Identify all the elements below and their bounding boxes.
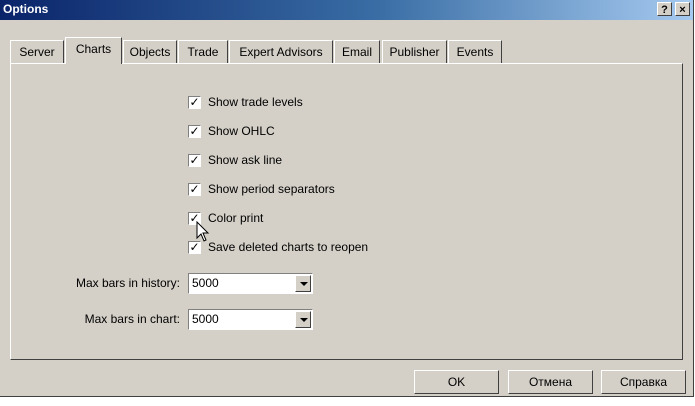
checkbox-label: Save deleted charts to reopen bbox=[208, 240, 369, 254]
max-bars-history-label: Max bars in history: bbox=[75, 276, 180, 290]
tab-trade[interactable]: Trade bbox=[178, 40, 228, 63]
checkbox[interactable]: ✓ bbox=[188, 96, 201, 109]
options-dialog: Options ? × Server Charts Objects Trade … bbox=[0, 0, 694, 397]
tab-expert-advisors[interactable]: Expert Advisors bbox=[229, 40, 333, 63]
checkbox-label: Show trade levels bbox=[208, 95, 303, 109]
checkbox[interactable]: ✓ bbox=[188, 183, 201, 196]
tab-objects[interactable]: Objects bbox=[123, 40, 177, 63]
checkbox-label: Show period separators bbox=[208, 182, 335, 196]
checkbox[interactable]: ✓ bbox=[188, 154, 201, 167]
ok-button[interactable]: OK bbox=[414, 370, 499, 394]
max-bars-history-value: 5000 bbox=[192, 276, 219, 290]
checkbox-label: Show ask line bbox=[208, 153, 283, 167]
checkbox-label: Color print bbox=[208, 211, 264, 225]
checkbox[interactable]: ✓ bbox=[188, 125, 201, 138]
window-title: Options bbox=[3, 2, 49, 16]
close-title-button[interactable]: × bbox=[675, 2, 690, 16]
tab-publisher[interactable]: Publisher bbox=[382, 40, 447, 63]
title-bar[interactable]: Options ? × bbox=[0, 0, 693, 20]
max-bars-history-select[interactable]: 5000 bbox=[188, 273, 313, 294]
mouse-pointer-icon bbox=[196, 221, 210, 242]
max-bars-chart-value: 5000 bbox=[192, 312, 219, 326]
checkbox-label: Show OHLC bbox=[208, 124, 275, 138]
help-button[interactable]: Справка bbox=[601, 370, 686, 394]
max-bars-chart-label: Max bars in chart: bbox=[84, 312, 180, 326]
help-title-button[interactable]: ? bbox=[657, 2, 672, 16]
chevron-down-icon[interactable] bbox=[295, 311, 311, 328]
chevron-down-icon[interactable] bbox=[295, 275, 311, 292]
tab-server[interactable]: Server bbox=[10, 40, 64, 63]
tab-email[interactable]: Email bbox=[334, 40, 380, 63]
cancel-button[interactable]: Отмена bbox=[508, 370, 593, 394]
max-bars-chart-select[interactable]: 5000 bbox=[188, 309, 313, 330]
tab-charts[interactable]: Charts bbox=[65, 37, 122, 64]
tab-events[interactable]: Events bbox=[448, 40, 502, 63]
